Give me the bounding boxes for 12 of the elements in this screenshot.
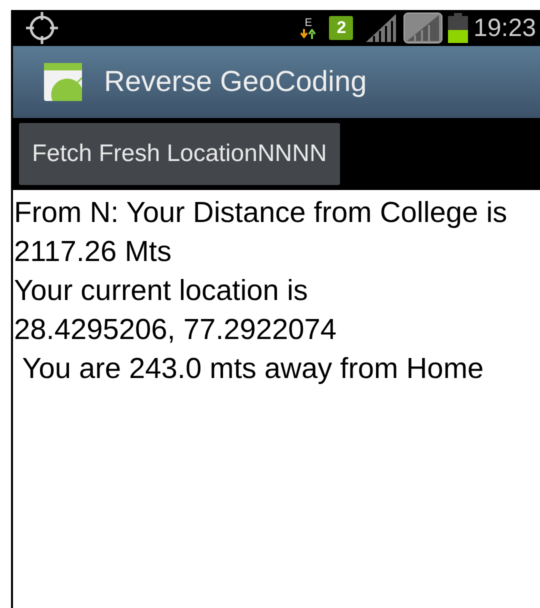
- clock: 19:23: [473, 14, 536, 42]
- location-message: From N: Your Distance from College is 2117.26 Mts Your current location is 28.4295206, 77.2922074 You are 243.0 mts away from Home: [14, 196, 508, 387]
- signal-icon: [403, 12, 444, 44]
- battery-icon: [448, 13, 468, 43]
- fetch-location-button[interactable]: Fetch Fresh LocationNNNN: [19, 123, 340, 185]
- network-type: E: [304, 18, 312, 28]
- signal-icon: [366, 14, 398, 42]
- app-icon: [44, 63, 82, 101]
- location-icon: [25, 11, 59, 45]
- data-arrows-icon: [300, 28, 316, 38]
- sim-badge: 2: [329, 16, 354, 40]
- window-title: Reverse GeoCoding: [104, 66, 367, 98]
